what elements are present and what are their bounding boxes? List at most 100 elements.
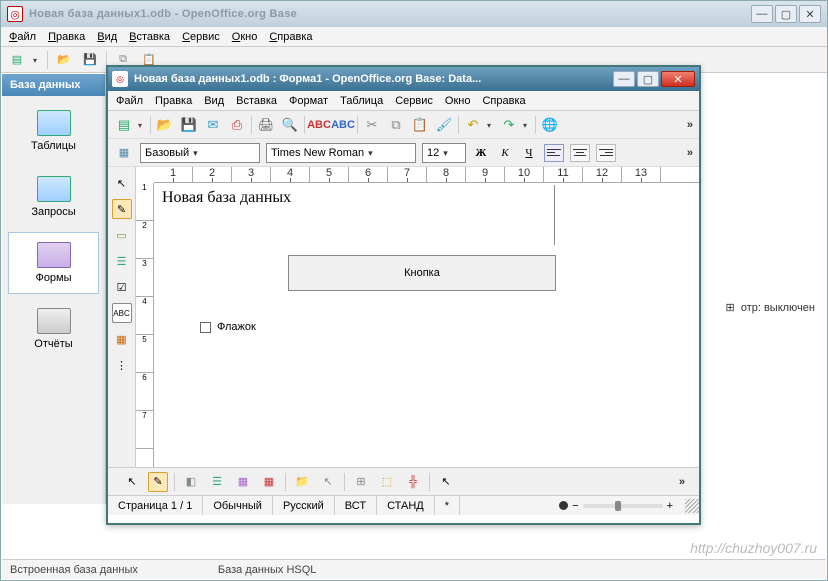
inner-menu-help[interactable]: Справка xyxy=(482,95,525,107)
textbox-tool[interactable]: ABC xyxy=(112,303,132,323)
more-controls-tool[interactable]: ⋮ xyxy=(112,355,132,375)
control-tool[interactable]: ▭ xyxy=(112,225,132,245)
open-design-icon[interactable]: ↖ xyxy=(318,472,338,492)
styles-icon[interactable]: ▦ xyxy=(114,143,134,163)
sidebar-item-reports[interactable]: Отчёты xyxy=(8,298,99,360)
save-icon[interactable]: 💾 xyxy=(80,50,100,70)
inner-menu-edit[interactable]: Правка xyxy=(155,95,192,107)
form-canvas[interactable]: Новая база данных Кнопка Флажок xyxy=(154,183,699,467)
outer-close-button[interactable]: ✕ xyxy=(799,5,821,23)
inner-minimize-button[interactable]: — xyxy=(613,71,635,87)
bold-button[interactable]: Ж xyxy=(472,144,490,162)
grid-icon[interactable]: ⊞ xyxy=(351,472,371,492)
redo-dropdown[interactable] xyxy=(523,119,531,131)
inner-maximize-button[interactable]: ▢ xyxy=(637,71,659,87)
status-style[interactable]: Обычный xyxy=(203,496,273,515)
copy-icon[interactable]: ⧉ xyxy=(386,115,406,135)
resize-grip[interactable] xyxy=(685,499,699,513)
menu-window[interactable]: Окно xyxy=(232,31,258,43)
inner-titlebar[interactable]: ◎ Новая база данных1.odb : Форма1 - Open… xyxy=(108,67,699,91)
inner-menu-format[interactable]: Формат xyxy=(289,95,328,107)
open-icon[interactable]: 📂 xyxy=(155,115,175,135)
inner-menu-tools[interactable]: Сервис xyxy=(395,95,433,107)
redo-icon[interactable]: ↷ xyxy=(499,115,519,135)
guides-icon[interactable]: ╬ xyxy=(403,472,423,492)
mail-icon[interactable]: ✉ xyxy=(203,115,223,135)
status-page[interactable]: Страница 1 / 1 xyxy=(108,496,203,515)
paragraph-style-combo[interactable]: Базовый xyxy=(140,143,260,163)
status-standard[interactable]: СТАНД xyxy=(377,496,435,515)
format-paint-icon[interactable]: 🖌 xyxy=(434,115,454,135)
font-name-combo[interactable]: Times New Roman xyxy=(266,143,416,163)
menu-view[interactable]: Вид xyxy=(97,31,117,43)
inner-menu-view[interactable]: Вид xyxy=(204,95,224,107)
new-icon[interactable]: ▤ xyxy=(114,115,134,135)
vertical-ruler[interactable]: 1234567 xyxy=(136,183,154,467)
inner-close-button[interactable]: ✕ xyxy=(661,71,695,87)
menu-insert[interactable]: Вставка xyxy=(129,31,170,43)
status-lang[interactable]: Русский xyxy=(273,496,335,515)
menu-edit[interactable]: Правка xyxy=(48,31,85,43)
zoom-fit-icon[interactable] xyxy=(559,501,568,510)
outer-maximize-button[interactable]: ▢ xyxy=(775,5,797,23)
select-tool-icon[interactable]: ↖ xyxy=(122,472,142,492)
menu-file[interactable]: Файл xyxy=(9,31,36,43)
new-doc-dropdown[interactable] xyxy=(33,54,41,66)
undo-icon[interactable]: ↶ xyxy=(463,115,483,135)
menu-tools[interactable]: Сервис xyxy=(182,31,220,43)
hyperlink-icon[interactable]: 🌐 xyxy=(540,115,560,135)
form-button-control[interactable]: Кнопка xyxy=(288,255,556,291)
sidebar-item-tables[interactable]: Таблицы xyxy=(8,100,99,162)
italic-button[interactable]: К xyxy=(496,144,514,162)
font-size-combo[interactable]: 12 xyxy=(422,143,466,163)
outer-minimize-button[interactable]: — xyxy=(751,5,773,23)
horizontal-ruler[interactable]: 12345678910111213 xyxy=(154,167,699,183)
spellcheck-icon[interactable]: ABC xyxy=(309,115,329,135)
autospell-icon[interactable]: ABC xyxy=(333,115,353,135)
design-mode-icon[interactable]: ✎ xyxy=(148,472,168,492)
print-icon[interactable]: 🖨 xyxy=(256,115,276,135)
formatted-field-tool[interactable]: ▦ xyxy=(112,329,132,349)
design-mode-tool[interactable]: ✎ xyxy=(112,199,132,219)
save-icon[interactable]: 💾 xyxy=(179,115,199,135)
inner-menu-file[interactable]: Файл xyxy=(116,95,143,107)
zoom-plus-icon[interactable]: + xyxy=(667,500,673,512)
align-left-button[interactable] xyxy=(544,144,564,162)
align-right-button[interactable] xyxy=(596,144,616,162)
sidebar-item-queries[interactable]: Запросы xyxy=(8,166,99,228)
form-tool[interactable]: ☰ xyxy=(112,251,132,271)
arrow-icon[interactable]: ↖ xyxy=(436,472,456,492)
inner-menu-table[interactable]: Таблица xyxy=(340,95,383,107)
pdf-icon[interactable]: ⎙ xyxy=(227,115,247,135)
zoom-minus-icon[interactable]: − xyxy=(572,500,578,512)
relation-icon[interactable]: ☰ xyxy=(207,472,227,492)
select-tool[interactable]: ↖ xyxy=(112,173,132,193)
open-folder-icon[interactable]: 📂 xyxy=(54,50,74,70)
new-dropdown[interactable] xyxy=(138,119,146,131)
snap-icon[interactable]: ⬚ xyxy=(377,472,397,492)
inner-menu-insert[interactable]: Вставка xyxy=(236,95,277,107)
zoom-control[interactable]: − + xyxy=(551,500,681,512)
inner-menu-window[interactable]: Окно xyxy=(445,95,471,107)
checkbox-tool[interactable]: ☑ xyxy=(112,277,132,297)
cut-icon[interactable]: ✂ xyxy=(362,115,382,135)
tab-order-icon[interactable]: 📁 xyxy=(292,472,312,492)
new-doc-icon[interactable]: ▤ xyxy=(7,50,27,70)
status-insert[interactable]: ВСТ xyxy=(335,496,377,515)
menu-help[interactable]: Справка xyxy=(269,31,312,43)
align-center-button[interactable] xyxy=(570,144,590,162)
zoom-slider[interactable] xyxy=(583,504,663,508)
fmt-expand-icon[interactable]: » xyxy=(687,147,693,159)
underline-button[interactable]: Ч xyxy=(520,144,538,162)
navigator-icon[interactable]: ▦ xyxy=(233,472,253,492)
toolbar-expand-icon[interactable]: » xyxy=(687,119,693,131)
bottom-expand-icon[interactable]: » xyxy=(679,476,685,488)
position-size-icon[interactable]: ◧ xyxy=(181,472,201,492)
preview-icon[interactable]: 🔍 xyxy=(280,115,300,135)
undo-dropdown[interactable] xyxy=(487,119,495,131)
add-field-icon[interactable]: ▦ xyxy=(259,472,279,492)
form-checkbox-control[interactable]: Флажок xyxy=(200,321,256,333)
paste-icon[interactable]: 📋 xyxy=(410,115,430,135)
sidebar-item-forms[interactable]: Формы xyxy=(8,232,99,294)
document-title-text[interactable]: Новая база данных xyxy=(162,189,291,207)
